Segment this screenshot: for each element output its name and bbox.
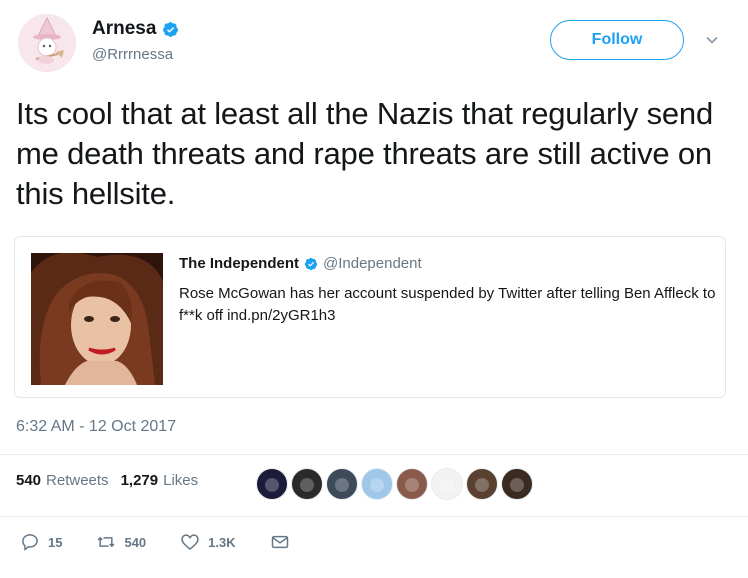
liker-avatar[interactable] <box>256 468 288 500</box>
divider <box>0 454 748 455</box>
liker-avatar-face <box>335 478 349 492</box>
reply-button[interactable]: 15 <box>20 532 62 552</box>
liker-avatar[interactable] <box>501 468 533 500</box>
likes-stat[interactable]: 1,279 Likes <box>121 472 199 489</box>
direct-message-button[interactable] <box>270 532 290 552</box>
author-name-row[interactable]: Arnesa <box>92 18 179 40</box>
liker-avatar-face <box>440 478 454 492</box>
envelope-icon <box>271 535 288 549</box>
retweet-button[interactable]: 540 <box>96 532 146 552</box>
quoted-tweet-card[interactable]: The Independent @Independent Rose McGowa… <box>14 236 726 398</box>
divider <box>0 516 748 517</box>
liker-avatars <box>256 468 536 500</box>
author-display-name[interactable]: Arnesa <box>92 18 156 40</box>
follow-button[interactable]: Follow <box>550 20 684 60</box>
author-avatar[interactable] <box>18 14 76 72</box>
retweets-label: Retweets <box>46 472 109 489</box>
like-count: 1.3K <box>208 534 236 550</box>
liker-avatar[interactable] <box>326 468 358 500</box>
chevron-down-icon[interactable] <box>704 32 720 48</box>
tweet-actions: 15 540 1.3K <box>20 532 324 552</box>
quoted-tweet-header[interactable]: The Independent @Independent <box>179 255 422 272</box>
portrait-photo-icon <box>31 253 163 385</box>
verified-badge-icon <box>304 257 318 270</box>
liker-avatar-face <box>405 478 419 492</box>
retweets-stat[interactable]: 540 Retweets <box>16 472 109 489</box>
like-button[interactable]: 1.3K <box>180 532 236 552</box>
reply-icon <box>22 534 38 551</box>
liker-avatar-face <box>300 478 314 492</box>
retweets-count: 540 <box>16 472 42 489</box>
liker-avatar-face <box>510 478 524 492</box>
quoted-tweet-text: Rose McGowan has her account suspended b… <box>179 285 716 324</box>
liker-avatar[interactable] <box>466 468 498 500</box>
liker-avatar[interactable] <box>291 468 323 500</box>
liker-avatar-face <box>370 478 384 492</box>
reply-count: 15 <box>48 534 63 550</box>
quoted-tweet-handle[interactable]: @Independent <box>323 255 422 272</box>
liker-avatar[interactable] <box>361 468 393 500</box>
witch-cat-avatar-icon <box>18 14 76 72</box>
quoted-tweet-image[interactable] <box>31 253 163 385</box>
liker-avatar[interactable] <box>396 468 428 500</box>
retweet-icon <box>98 536 115 548</box>
likes-label: Likes <box>163 472 199 489</box>
engagement-stats: 540 Retweets 1,279 Likes <box>16 472 210 489</box>
author-handle[interactable]: @Rrrrnessa <box>92 46 173 63</box>
tweet-timestamp[interactable]: 6:32 AM - 12 Oct 2017 <box>16 418 176 436</box>
likes-count: 1,279 <box>120 472 159 489</box>
quoted-tweet-display-name[interactable]: The Independent <box>179 255 299 272</box>
tweet-text: Its cool that at least all the Nazis tha… <box>16 96 714 211</box>
liker-avatar-face <box>475 478 489 492</box>
verified-badge-icon <box>163 21 179 37</box>
liker-avatar-face <box>265 478 279 492</box>
liker-avatar[interactable] <box>431 468 463 500</box>
retweet-count: 540 <box>124 534 147 550</box>
heart-icon <box>181 534 199 551</box>
